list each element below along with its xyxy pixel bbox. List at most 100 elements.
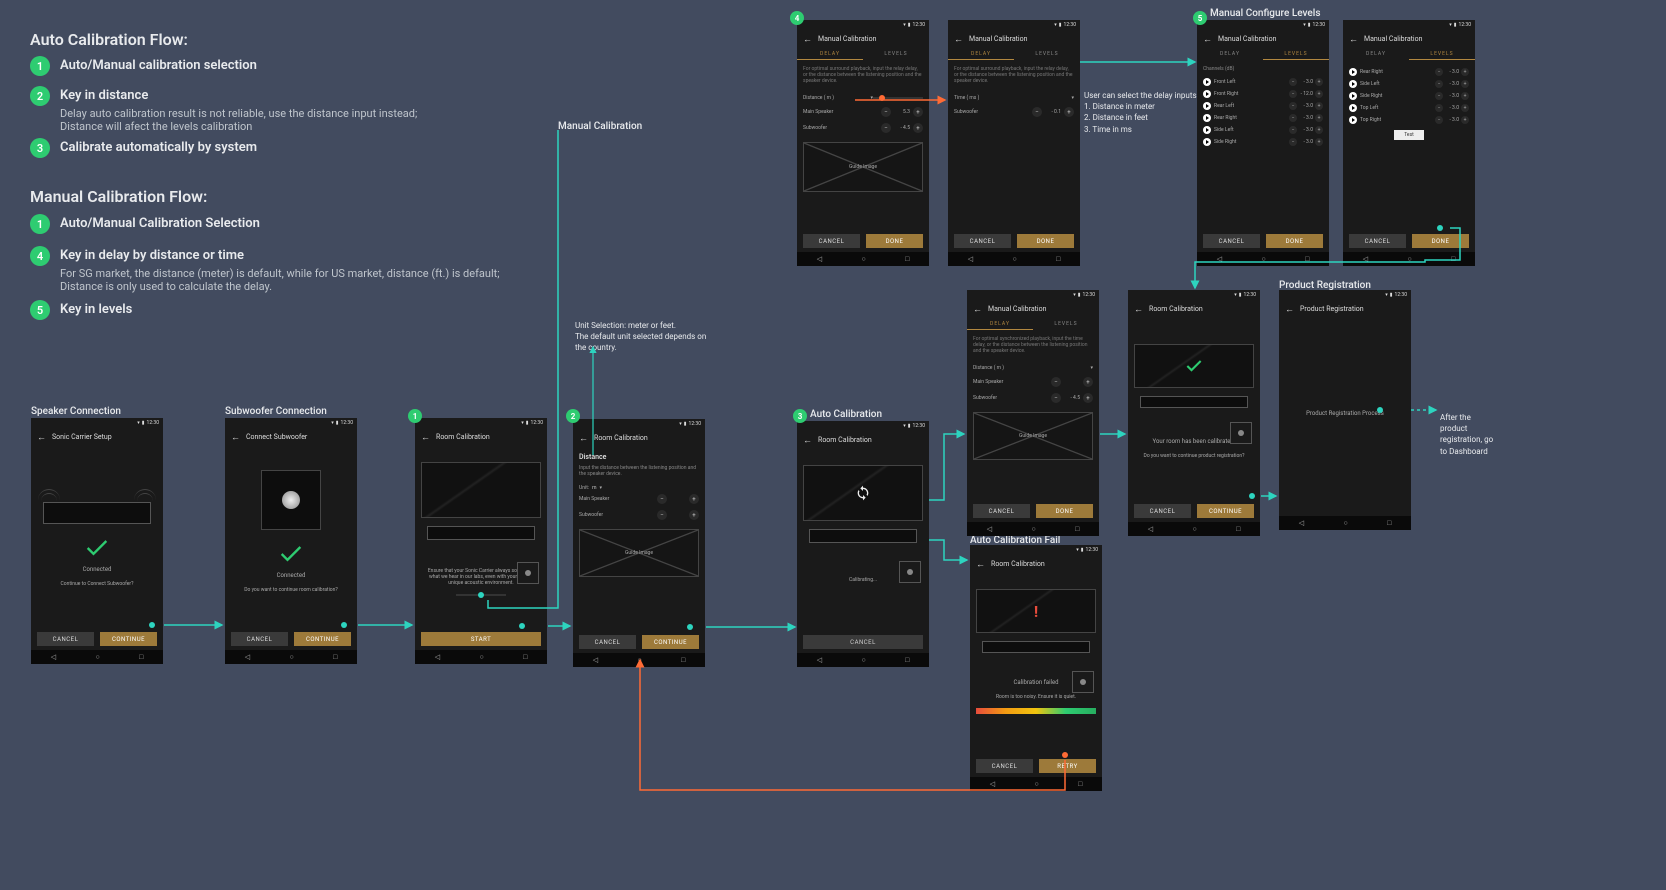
tab-delay[interactable]: DELAY xyxy=(948,48,1014,60)
nav-recent-icon[interactable]: □ xyxy=(1305,255,1309,263)
nav-back-icon[interactable]: ◁ xyxy=(817,255,822,263)
back-icon[interactable]: ← xyxy=(421,432,430,443)
progress-slider[interactable] xyxy=(456,594,506,596)
back-icon[interactable]: ← xyxy=(1285,304,1294,315)
nav-back-icon[interactable]: ◁ xyxy=(435,653,440,661)
main-speaker-stepper[interactable]: −5.3+ xyxy=(881,107,923,117)
play-icon[interactable] xyxy=(1203,78,1211,86)
done-button[interactable]: DONE xyxy=(1017,234,1074,248)
back-icon[interactable]: ← xyxy=(976,559,985,570)
cancel-button[interactable]: CANCEL xyxy=(973,504,1030,518)
continue-button[interactable]: CONTINUE xyxy=(642,635,699,649)
main-speaker-stepper[interactable]: −+ xyxy=(657,494,699,504)
channel-stepper[interactable]: −- 3.0+ xyxy=(1435,104,1469,112)
play-icon[interactable] xyxy=(1203,114,1211,122)
cancel-button[interactable]: CANCEL xyxy=(803,234,860,248)
distance-slider[interactable] xyxy=(873,97,923,99)
nav-home-icon[interactable]: ○ xyxy=(1192,525,1196,533)
nav-recent-icon[interactable]: □ xyxy=(681,656,685,664)
nav-recent-icon[interactable]: □ xyxy=(523,653,527,661)
tab-levels[interactable]: LEVELS xyxy=(1033,318,1099,330)
nav-recent-icon[interactable]: □ xyxy=(905,656,909,664)
cancel-button[interactable]: CANCEL xyxy=(954,234,1011,248)
nav-home-icon[interactable]: ○ xyxy=(289,653,293,661)
nav-home-icon[interactable]: ○ xyxy=(95,653,99,661)
play-icon[interactable] xyxy=(1203,126,1211,134)
nav-back-icon[interactable]: ◁ xyxy=(987,525,992,533)
nav-recent-icon[interactable]: □ xyxy=(1387,519,1391,527)
nav-recent-icon[interactable]: □ xyxy=(1078,780,1082,788)
nav-back-icon[interactable]: ◁ xyxy=(990,780,995,788)
play-icon[interactable] xyxy=(1349,80,1357,88)
done-button[interactable]: DONE xyxy=(866,234,923,248)
subwoofer-stepper[interactable]: −- 0.1+ xyxy=(1032,107,1074,117)
start-button[interactable]: START xyxy=(421,632,541,646)
channel-stepper[interactable]: −- 3.0+ xyxy=(1289,102,1323,110)
channel-stepper[interactable]: −- 3.0+ xyxy=(1289,114,1323,122)
nav-back-icon[interactable]: ◁ xyxy=(1363,255,1368,263)
continue-button[interactable]: CONTINUE xyxy=(100,632,157,646)
done-button[interactable]: DONE xyxy=(1412,234,1469,248)
channel-stepper[interactable]: −- 3.0+ xyxy=(1435,92,1469,100)
subwoofer-stepper[interactable]: −- 4.5+ xyxy=(1051,393,1093,403)
channel-stepper[interactable]: −- 3.0+ xyxy=(1435,116,1469,124)
back-icon[interactable]: ← xyxy=(973,304,982,315)
chevron-down-icon[interactable]: ▾ xyxy=(1090,365,1093,371)
channel-stepper[interactable]: −- 3.0+ xyxy=(1289,126,1323,134)
nav-home-icon[interactable]: ○ xyxy=(1031,525,1035,533)
nav-back-icon[interactable]: ◁ xyxy=(817,656,822,664)
nav-home-icon[interactable]: ○ xyxy=(1407,255,1411,263)
back-icon[interactable]: ← xyxy=(954,34,963,45)
nav-back-icon[interactable]: ◁ xyxy=(51,653,56,661)
nav-recent-icon[interactable]: □ xyxy=(905,255,909,263)
cancel-button[interactable]: CANCEL xyxy=(37,632,94,646)
channel-stepper[interactable]: −- 3.0+ xyxy=(1435,80,1469,88)
cancel-button[interactable]: CANCEL xyxy=(1134,504,1191,518)
back-icon[interactable]: ← xyxy=(803,34,812,45)
nav-back-icon[interactable]: ◁ xyxy=(593,656,598,664)
continue-button[interactable]: CONTINUE xyxy=(294,632,351,646)
nav-home-icon[interactable]: ○ xyxy=(1012,255,1016,263)
tab-levels[interactable]: LEVELS xyxy=(1409,48,1475,60)
cancel-button[interactable]: CANCEL xyxy=(976,759,1033,773)
cancel-button[interactable]: CANCEL xyxy=(1203,234,1260,248)
nav-back-icon[interactable]: ◁ xyxy=(1148,525,1153,533)
tab-delay[interactable]: DELAY xyxy=(797,48,863,60)
back-icon[interactable]: ← xyxy=(1203,34,1212,45)
channel-stepper[interactable]: −- 3.0+ xyxy=(1435,68,1469,76)
tab-levels[interactable]: LEVELS xyxy=(1014,48,1080,60)
test-button[interactable]: Test xyxy=(1394,130,1424,140)
back-icon[interactable]: ← xyxy=(37,432,46,443)
play-icon[interactable] xyxy=(1349,116,1357,124)
subwoofer-stepper[interactable]: −- 4.5+ xyxy=(881,123,923,133)
nav-home-icon[interactable]: ○ xyxy=(1034,780,1038,788)
play-icon[interactable] xyxy=(1349,92,1357,100)
main-speaker-stepper[interactable]: −+ xyxy=(1051,377,1093,387)
tab-delay[interactable]: DELAY xyxy=(1343,48,1409,60)
cancel-button[interactable]: CANCEL xyxy=(579,635,636,649)
play-icon[interactable] xyxy=(1203,90,1211,98)
tab-delay[interactable]: DELAY xyxy=(1197,48,1263,60)
nav-home-icon[interactable]: ○ xyxy=(1261,255,1265,263)
back-icon[interactable]: ← xyxy=(803,435,812,446)
cancel-button[interactable]: CANCEL xyxy=(231,632,288,646)
cancel-button[interactable]: CANCEL xyxy=(803,635,923,649)
subwoofer-stepper[interactable]: −+ xyxy=(657,510,699,520)
nav-recent-icon[interactable]: □ xyxy=(333,653,337,661)
nav-back-icon[interactable]: ◁ xyxy=(1217,255,1222,263)
nav-back-icon[interactable]: ◁ xyxy=(245,653,250,661)
chevron-down-icon[interactable]: ▾ xyxy=(1071,95,1074,101)
play-icon[interactable] xyxy=(1349,104,1357,112)
play-icon[interactable] xyxy=(1203,102,1211,110)
tab-levels[interactable]: LEVELS xyxy=(1263,48,1329,60)
continue-button[interactable]: CONTINUE xyxy=(1197,504,1254,518)
nav-home-icon[interactable]: ○ xyxy=(861,255,865,263)
tab-levels[interactable]: LEVELS xyxy=(863,48,929,60)
done-button[interactable]: DONE xyxy=(1266,234,1323,248)
nav-home-icon[interactable]: ○ xyxy=(637,656,641,664)
channel-stepper[interactable]: −- 3.0+ xyxy=(1289,138,1323,146)
channel-stepper[interactable]: −- 3.0+ xyxy=(1289,78,1323,86)
back-icon[interactable]: ← xyxy=(1349,34,1358,45)
retry-button[interactable]: RETRY xyxy=(1039,759,1096,773)
nav-home-icon[interactable]: ○ xyxy=(479,653,483,661)
